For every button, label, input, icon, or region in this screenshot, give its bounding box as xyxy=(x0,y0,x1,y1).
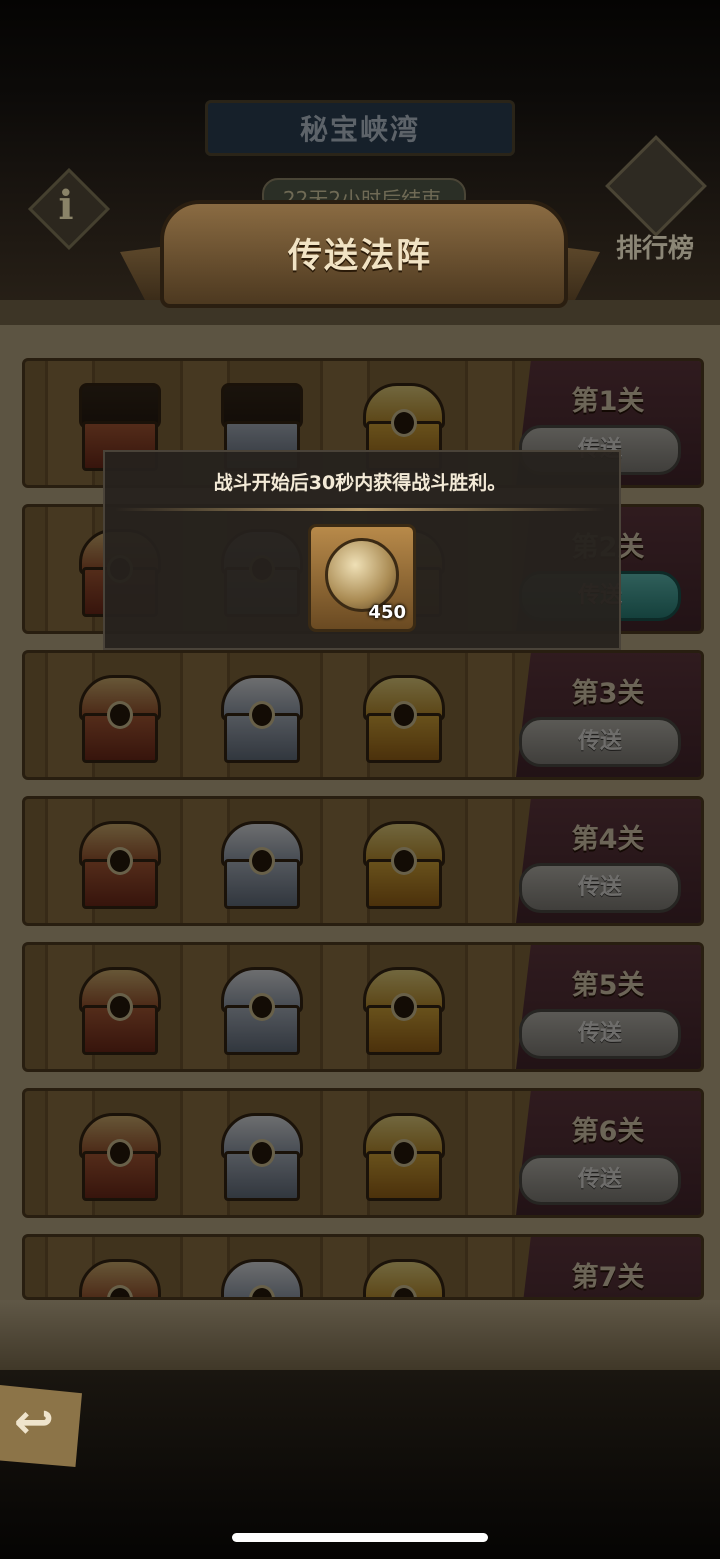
tooltip-divider xyxy=(115,508,605,511)
medal-coin-icon xyxy=(325,538,399,612)
back-arrow-icon[interactable]: ↩ xyxy=(4,1394,64,1450)
info-icon[interactable]: i xyxy=(48,182,84,229)
map-title: 秘宝峡湾 xyxy=(299,113,420,146)
panel-title: 传送法阵 xyxy=(288,236,432,276)
home-indicator[interactable] xyxy=(232,1533,488,1542)
ranking-button-label[interactable]: 排行榜 xyxy=(605,228,705,265)
challenge-condition-text: 战斗开始后30秒内获得战斗胜利。 xyxy=(213,472,507,494)
bottom-bar xyxy=(0,1370,720,1559)
reward-count: 450 xyxy=(368,602,406,623)
